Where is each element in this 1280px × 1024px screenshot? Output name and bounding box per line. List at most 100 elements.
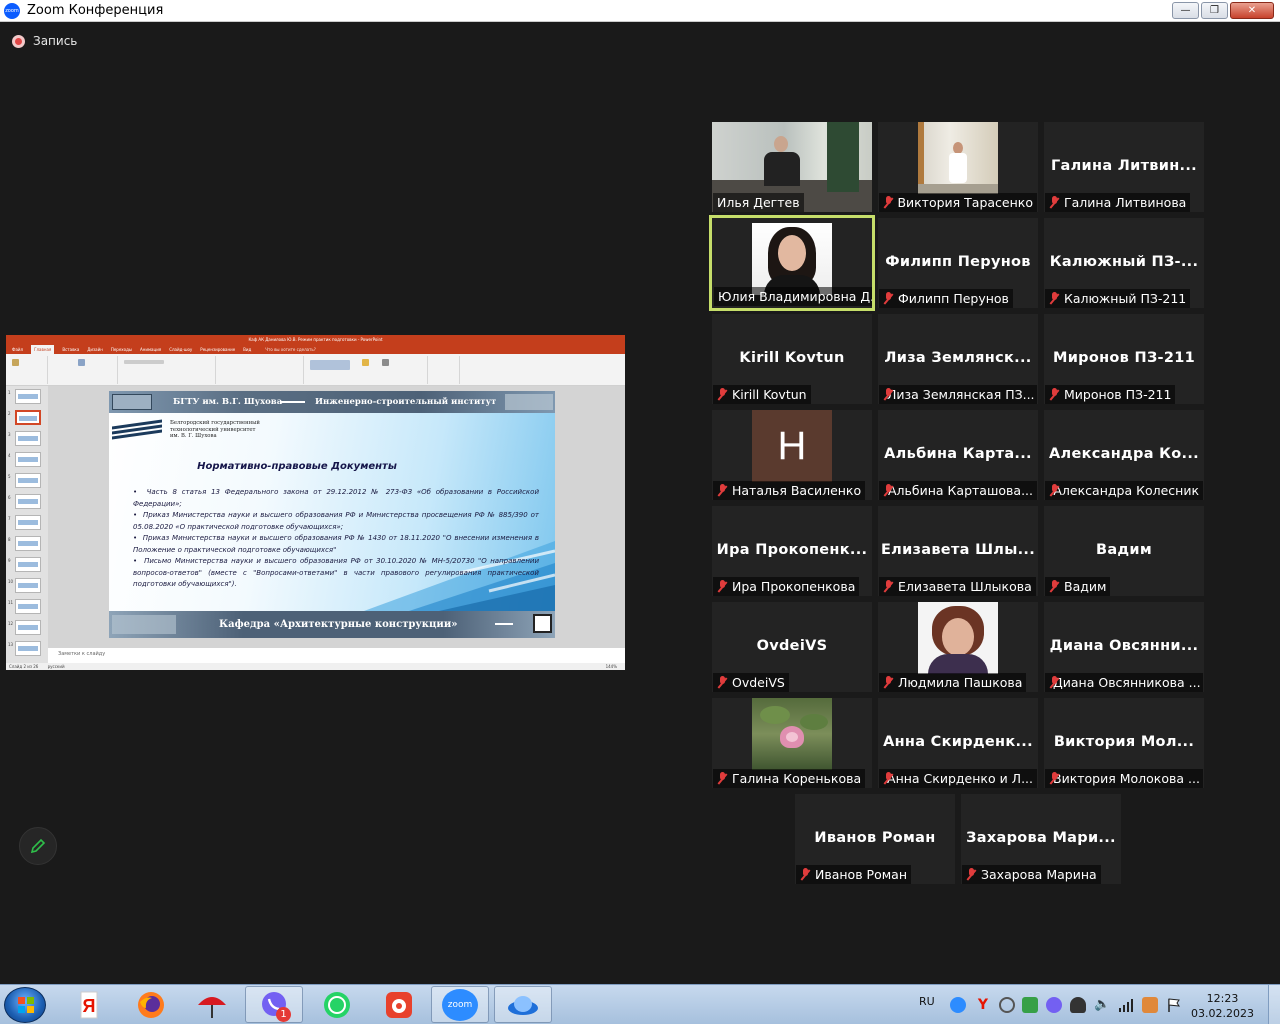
slide-thumbnail[interactable] [15,410,41,425]
participant-display-name: Захарова Мари... [966,830,1116,846]
participant-tile[interactable]: Лиза Землянск... Лиза Землянская ПЗ... [878,314,1038,404]
viber-tray-icon[interactable] [1046,997,1062,1013]
signal-icon[interactable] [1118,997,1134,1013]
zoom-meeting-taskbar-button[interactable] [494,986,552,1023]
participant-name: Юлия Владимировна Д... [714,287,872,306]
participant-tile[interactable]: Калюжный ПЗ-... Калюжный ПЗ-211 [1044,218,1204,308]
ppt-notes-pane[interactable]: Заметки к слайду [48,648,625,663]
slide-thumbnail[interactable] [15,620,41,635]
show-desktop-button[interactable] [1268,985,1280,1024]
system-clock[interactable]: 12:23 03.02.2023 [1191,991,1254,1021]
participant-tile[interactable]: Ира Прокопенк... Ира Прокопенкова [712,506,872,596]
zoom-logo-icon: zoom [4,2,20,19]
participant-tile[interactable]: Елизавета Шлы... Елизавета Шлыкова [878,506,1038,596]
volume-icon[interactable]: 🔈 [1094,997,1110,1013]
zoom-taskbar-button[interactable]: zoom [431,986,489,1023]
participant-display-name: Диана Овсянни... [1049,638,1199,654]
security-tray-icon[interactable] [1022,997,1038,1013]
slide-thumbnail[interactable] [15,473,41,488]
participant-tile[interactable]: Анна Скирденк... Анна Скирденко и Л... [878,698,1038,788]
participant-name: Диана Овсянникова ... [1045,673,1203,692]
participant-tile[interactable]: Галина Литвин... Галина Литвинова [1044,122,1204,212]
slide-thumbnail[interactable] [15,599,41,614]
participant-name: Лиза Землянская ПЗ... [879,385,1037,404]
slide-thumbnail[interactable] [15,641,41,656]
minimize-button[interactable]: — [1172,2,1199,19]
zoom-meeting-icon [508,995,538,1015]
slide-thumbnail[interactable] [15,557,41,572]
slide-thumbnail[interactable] [15,536,41,551]
slide-number: 12 [8,621,14,626]
slide-banner-right: Инженерно-строительный институт [315,397,497,407]
annotate-pencil-button[interactable] [19,827,57,865]
muted-mic-icon [800,868,811,881]
participant-tile-active-speaker[interactable]: Юлия Владимировна Д... [709,215,875,311]
slide-thumbnail[interactable] [15,515,41,530]
window-title: Zoom Конференция [27,3,164,18]
participant-display-name: Миронов ПЗ-211 [1052,350,1196,366]
participant-tile[interactable]: H Наталья Василенко [712,410,872,500]
muted-mic-icon [1049,388,1060,401]
viber-taskbar-button[interactable]: 1 [245,986,303,1023]
ppt-tab: Вид [243,347,252,352]
firefox-icon [138,991,164,1018]
participant-tile[interactable]: Диана Овсянни... Диана Овсянникова ... [1044,602,1204,692]
whatsapp-taskbar-button[interactable] [308,986,366,1023]
participant-name: Илья Дегтев [713,193,804,212]
participant-name: Калюжный ПЗ-211 [1045,289,1191,308]
qr-code-icon [533,614,552,633]
participant-tile[interactable]: Виктория Мол... Виктория Молокова ... [1044,698,1204,788]
participant-name: Ира Прокопенкова [713,577,860,596]
muted-mic-icon [883,292,894,305]
slide-banner: БГТУ им. В.Г. Шухова Инженерно-строитель… [109,391,555,413]
slide-number: 8 [8,537,11,542]
zoom-tray-icon[interactable] [950,997,966,1013]
participant-tile[interactable]: Галина Коренькова [712,698,872,788]
participant-tile[interactable]: OvdeiVS OvdeiVS [712,602,872,692]
slide-footer: Кафедра «Архитектурные конструкции» [109,611,555,638]
ppt-tell-me: Что вы хотите сделать? [265,347,316,352]
participant-display-name: Анна Скирденк... [883,734,1033,750]
participant-tile[interactable]: Альбина Карта... Альбина Карташова... [878,410,1038,500]
network-off-tray-icon[interactable] [1070,997,1086,1013]
participant-tile[interactable]: Виктория Тарасенко [878,122,1038,212]
screen-recorder-taskbar-button[interactable] [370,986,428,1023]
slide-thumbnail[interactable] [15,389,41,404]
participant-tile[interactable]: Kirill Kovtun Kirill Kovtun [712,314,872,404]
participant-tile[interactable]: Миронов ПЗ-211 Миронов ПЗ-211 [1044,314,1204,404]
muted-mic-icon [717,772,728,785]
record-icon [12,34,25,48]
slide-univ-line: Белгородский государственный [170,420,260,426]
restore-button[interactable]: ❐ [1201,2,1228,19]
participant-display-name: OvdeiVS [756,638,828,654]
ppt-ribbon-tabs: Файл Главная Вставка Дизайн Переходы Ани… [6,345,625,354]
participant-tile[interactable]: Захарова Мари... Захарова Марина [961,794,1121,884]
slide-bullet: • Приказ Министерства науки и высшего об… [133,511,539,531]
participant-tile[interactable]: Илья Дегтев [712,122,872,212]
recording-indicator[interactable]: Запись [12,34,77,48]
slide-number: 1 [8,390,11,395]
umbrella-app-taskbar-button[interactable] [183,986,241,1023]
yandex-tray-icon[interactable]: Y [975,997,991,1013]
participant-tile[interactable]: Иванов Роман Иванов Роман [795,794,955,884]
slide-thumbnail[interactable] [15,431,41,446]
ppt-tab: Дизайн [87,347,103,352]
start-button[interactable] [4,987,46,1023]
participant-tile[interactable]: Людмила Пашкова [878,602,1038,692]
firefox-taskbar-button[interactable] [122,986,180,1023]
yandex-browser-taskbar-button[interactable]: Я [60,986,118,1023]
slide-thumbnail[interactable] [15,452,41,467]
participant-tile[interactable]: Александра Ко... Александра Колесник [1044,410,1204,500]
sync-tray-icon[interactable] [999,997,1015,1013]
slide-thumbnail[interactable] [15,578,41,593]
app-tray-icon[interactable] [1142,997,1158,1013]
keyboard-language[interactable]: RU [919,995,935,1008]
participant-name: Kirill Kovtun [713,385,811,404]
action-center-flag-icon[interactable] [1166,997,1182,1013]
slide-thumbnail[interactable] [15,494,41,509]
close-button[interactable]: ✕ [1230,2,1274,19]
ppt-status-bar: Слайд 2 из 26 русский 144% [6,663,625,670]
participant-tile[interactable]: Вадим Вадим [1044,506,1204,596]
participant-tile[interactable]: Филипп Перунов Филипп Перунов [878,218,1038,308]
muted-mic-icon [883,580,894,593]
